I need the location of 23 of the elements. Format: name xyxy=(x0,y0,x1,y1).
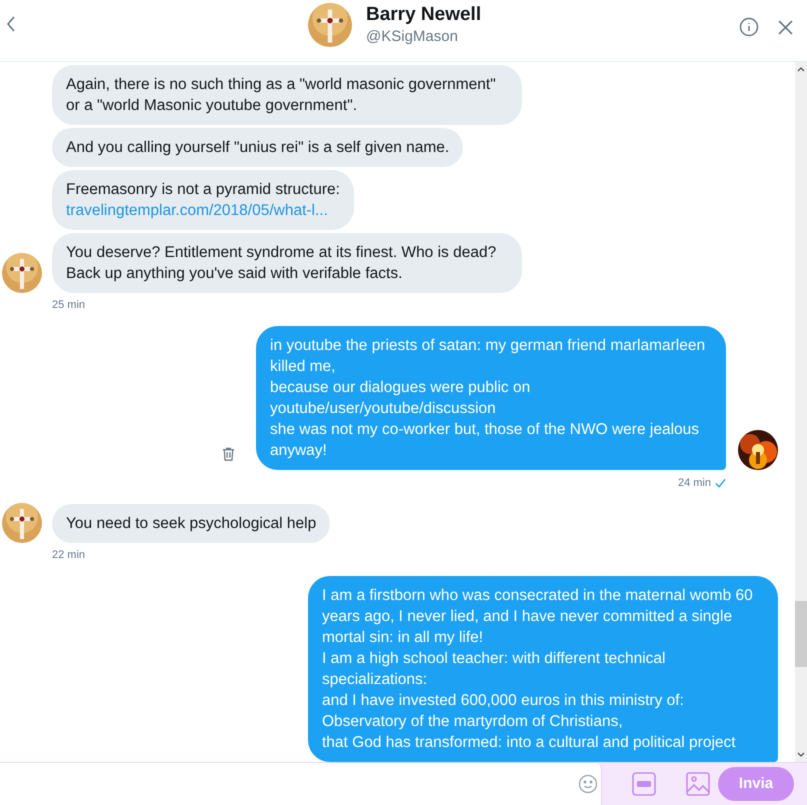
message-link[interactable]: travelingtemplar.com/2018/05/what-l... xyxy=(66,202,328,219)
close-icon[interactable] xyxy=(778,20,793,35)
emoji-icon[interactable] xyxy=(578,774,598,794)
message-time: 24 min xyxy=(678,476,711,490)
message-time: 25 min xyxy=(52,298,86,313)
scrollbar-thumb[interactable] xyxy=(795,601,807,667)
back-icon[interactable] xyxy=(5,14,17,34)
message-bubble: Again, there is no such thing as a "world masonic government" or a "world Masonic youtube government". xyxy=(52,65,522,125)
message-bubble: And you calling yourself "unius rei" is a self given name. xyxy=(52,128,464,167)
message-bubble: Freemasonry is not a pyramid structure: travelingtemplar.com/2018/05/what-l... xyxy=(52,170,354,230)
scroll-down-icon[interactable] xyxy=(797,752,805,758)
scroll-up-icon[interactable] xyxy=(797,66,805,72)
message-bubble: You deserve? Entitlement syndrome at its finest. Who is dead? Back up anything you've said with verifable facts. xyxy=(52,233,522,293)
message-bubble: You need to seek psychological help xyxy=(52,504,330,543)
scrollbar[interactable] xyxy=(795,62,807,762)
message-bubble: I am a firstborn who was consecrated in the maternal womb 60 years ago, I never lied, and I have never committed a single mortal sin: in all my life! I am a high school teacher: with different technical specializations: and I have invested 600,000 euros in this ministry of: Observatory of the martyrdom of Christians, that God has transformed: into a cultural and political project xyxy=(308,576,778,762)
message-time: 22 min xyxy=(52,548,86,563)
contact-handle: @KSigMason xyxy=(366,27,459,47)
contact-name: Barry Newell xyxy=(366,3,482,27)
info-icon[interactable] xyxy=(739,17,759,37)
message-input[interactable] xyxy=(0,763,602,805)
delete-icon[interactable] xyxy=(221,446,236,462)
message-bubble: in youtube the priests of satan: my german friend marlamarleen killed me, because our dialogues were public on youtube/user/youtube/discussion she was not my co-worker but, those of the NWO were jealous anyway! xyxy=(256,326,726,470)
